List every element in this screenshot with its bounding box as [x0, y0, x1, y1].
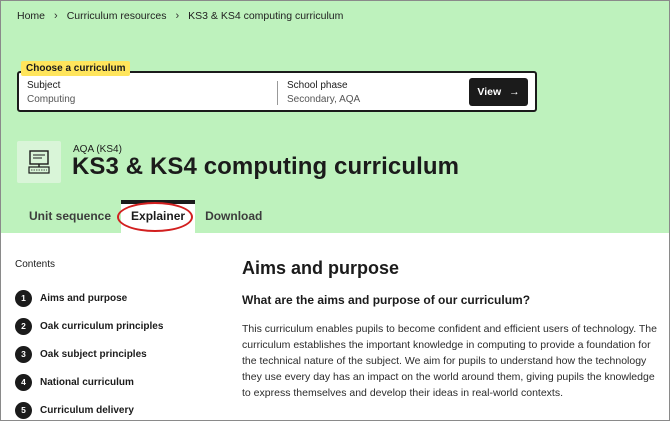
contents-item-oak-curriculum-principles[interactable]: 2 Oak curriculum principles	[15, 312, 215, 340]
tab-explainer[interactable]: Explainer	[117, 200, 196, 233]
item-number-badge: 5	[15, 401, 32, 419]
page-title: KS3 & KS4 computing curriculum	[72, 153, 460, 180]
breadcrumb-current: KS3 & KS4 computing curriculum	[188, 10, 344, 22]
field-divider	[277, 81, 278, 105]
school-phase-value: Secondary, AQA	[287, 94, 361, 105]
contents-item-aims-and-purpose[interactable]: 1 Aims and purpose	[15, 284, 215, 312]
section-heading: Aims and purpose	[242, 258, 400, 278]
contents-title: Contents	[15, 259, 56, 270]
section-subheading: What are the aims and purpose of our cur…	[242, 293, 531, 307]
tab-bar: Unit sequence Explainer Download	[19, 200, 272, 233]
item-number-badge: 3	[15, 345, 32, 363]
hero-banner: Home › Curriculum resources › KS3 & KS4 …	[1, 1, 669, 233]
breadcrumb-curriculum-resources[interactable]: Curriculum resources	[67, 10, 167, 22]
page: Home › Curriculum resources › KS3 & KS4 …	[0, 0, 670, 421]
tab-download[interactable]: Download	[195, 200, 272, 233]
school-phase-label: School phase	[287, 80, 348, 91]
contents-item-oak-subject-principles[interactable]: 3 Oak subject principles	[15, 340, 215, 368]
tab-unit-sequence[interactable]: Unit sequence	[19, 200, 121, 233]
contents-item-label: Curriculum delivery	[40, 404, 134, 416]
subject-select[interactable]: Subject Computing	[27, 80, 75, 105]
section-paragraph: This curriculum enables pupils to become…	[242, 323, 657, 399]
contents-item-label: Oak subject principles	[40, 348, 147, 360]
view-button[interactable]: View →	[469, 78, 528, 106]
subject-value: Computing	[27, 94, 76, 105]
breadcrumb: Home › Curriculum resources › KS3 & KS4 …	[17, 10, 343, 22]
subject-label: Subject	[27, 80, 61, 91]
school-phase-select[interactable]: School phase Secondary, AQA	[287, 80, 360, 105]
contents-item-label: Oak curriculum principles	[40, 320, 164, 332]
contents-item-curriculum-delivery[interactable]: 5 Curriculum delivery	[15, 396, 215, 420]
arrow-right-icon: →	[509, 86, 520, 98]
curriculum-chooser: Subject Computing School phase Secondary…	[17, 71, 537, 112]
contents-item-label: Aims and purpose	[40, 292, 128, 304]
item-number-badge: 1	[15, 289, 32, 307]
main-content: Aims and purpose What are the aims and p…	[242, 258, 662, 401]
contents-item-national-curriculum[interactable]: 4 National curriculum	[15, 368, 215, 396]
computer-icon	[17, 141, 61, 183]
breadcrumb-home[interactable]: Home	[17, 10, 45, 22]
breadcrumb-separator: ›	[54, 10, 58, 22]
breadcrumb-separator: ›	[175, 10, 180, 22]
tab-explainer-label: Explainer	[131, 209, 186, 223]
contents-item-label: National curriculum	[40, 376, 134, 388]
item-number-badge: 4	[15, 373, 32, 391]
choose-curriculum-tag: Choose a curriculum	[21, 61, 131, 76]
contents-sidebar: Contents 1 Aims and purpose 2 Oak curric…	[15, 259, 215, 420]
view-button-label: View	[477, 86, 502, 98]
item-number-badge: 2	[15, 317, 32, 335]
